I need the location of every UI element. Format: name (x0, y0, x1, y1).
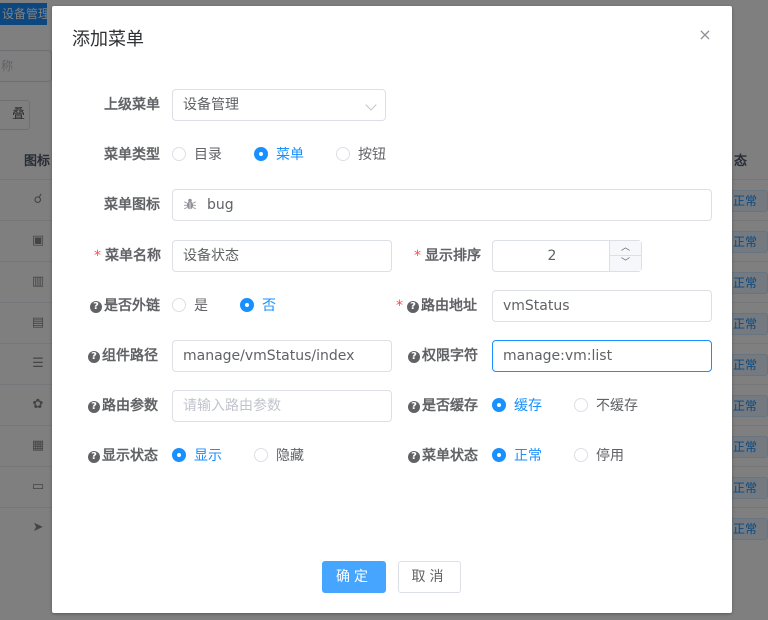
radio-menu-type-menu[interactable]: 菜单 (254, 139, 304, 171)
radio-menu-type-button[interactable]: 按钮 (336, 139, 386, 171)
radio-dot (172, 448, 186, 462)
cancel-button[interactable]: 取消 (398, 561, 461, 593)
radio-label: 不缓存 (596, 398, 638, 414)
label-is-external: ? 是否外链 (90, 290, 160, 322)
question-icon: ? (408, 451, 420, 463)
radio-label: 正常 (514, 448, 542, 464)
radio-dot (172, 147, 186, 161)
radio-label: 隐藏 (276, 448, 304, 464)
question-icon: ? (88, 451, 100, 463)
radio-dot (254, 448, 268, 462)
route-query-input[interactable]: 请输入路由参数 (172, 390, 392, 422)
radio-external-yes[interactable]: 是 (172, 290, 208, 322)
radio-label: 缓存 (514, 398, 542, 414)
radio-menu-type-directory[interactable]: 目录 (172, 139, 222, 171)
bug-icon (184, 198, 196, 210)
permission-input[interactable]: manage:vm:list (492, 340, 712, 372)
label-permission: ? 权限字符 (408, 340, 478, 372)
question-icon: ? (408, 401, 420, 413)
label-menu-type: 菜单类型 (104, 147, 160, 163)
radio-visible-hide[interactable]: 隐藏 (254, 440, 304, 472)
dialog-title: 添加菜单 (72, 29, 144, 50)
radio-label: 目录 (194, 147, 222, 163)
label-visible: ? 显示状态 (88, 440, 158, 472)
radio-dot (574, 448, 588, 462)
radio-label: 菜单 (276, 147, 304, 163)
component-path-input[interactable]: manage/vmStatus/index (172, 340, 392, 372)
label-parent-menu: 上级菜单 (104, 97, 160, 113)
order-stepper: ︿ ﹀ (609, 241, 641, 271)
order-number-input[interactable]: 2 ︿ ﹀ (492, 240, 642, 272)
radio-status-disabled[interactable]: 停用 (574, 440, 624, 472)
radio-label: 是 (194, 298, 208, 314)
label-component-path: ? 组件路径 (88, 340, 158, 372)
question-icon: ? (88, 401, 100, 413)
radio-dot (336, 147, 350, 161)
menu-icon-value: bug (207, 197, 234, 213)
label-route-path: *? 路由地址 (396, 298, 477, 314)
order-value[interactable]: 2 (493, 241, 611, 271)
question-icon: ? (90, 301, 102, 313)
chevron-down-icon (365, 99, 377, 111)
radio-dot (254, 147, 268, 161)
radio-cache-yes[interactable]: 缓存 (492, 390, 542, 422)
increment-button[interactable]: ︿ (610, 241, 641, 256)
radio-dot (574, 398, 588, 412)
route-path-input[interactable]: vmStatus (492, 290, 712, 322)
add-menu-dialog: 添加菜单 × 上级菜单 设备管理 菜单类型 目录 菜单 按钮 菜单图标 bug … (52, 6, 732, 613)
label-display-order: * 显示排序 (414, 248, 481, 264)
menu-icon-input[interactable]: bug (172, 189, 712, 221)
radio-visible-show[interactable]: 显示 (172, 440, 222, 472)
confirm-button[interactable]: 确定 (322, 561, 386, 593)
label-menu-name: * 菜单名称 (94, 248, 161, 264)
radio-status-normal[interactable]: 正常 (492, 440, 542, 472)
menu-name-input[interactable]: 设备状态 (172, 240, 392, 272)
radio-dot (240, 298, 254, 312)
parent-menu-select[interactable]: 设备管理 (172, 89, 386, 121)
radio-label: 否 (262, 298, 276, 314)
close-icon[interactable]: × (698, 27, 712, 43)
label-menu-icon: 菜单图标 (104, 197, 160, 213)
radio-label: 显示 (194, 448, 222, 464)
label-is-cached: ? 是否缓存 (408, 390, 478, 422)
radio-cache-no[interactable]: 不缓存 (574, 390, 638, 422)
question-icon: ? (88, 351, 100, 363)
radio-dot (492, 398, 506, 412)
question-icon: ? (408, 351, 420, 363)
label-route-query: ? 路由参数 (88, 390, 158, 422)
radio-label: 按钮 (358, 147, 386, 163)
label-menu-status: ? 菜单状态 (408, 440, 478, 472)
radio-dot (172, 298, 186, 312)
radio-external-no[interactable]: 否 (240, 290, 276, 322)
parent-menu-value: 设备管理 (183, 97, 239, 113)
radio-dot (492, 448, 506, 462)
decrement-button[interactable]: ﹀ (610, 256, 641, 271)
question-icon: ? (407, 301, 419, 313)
radio-label: 停用 (596, 448, 624, 464)
